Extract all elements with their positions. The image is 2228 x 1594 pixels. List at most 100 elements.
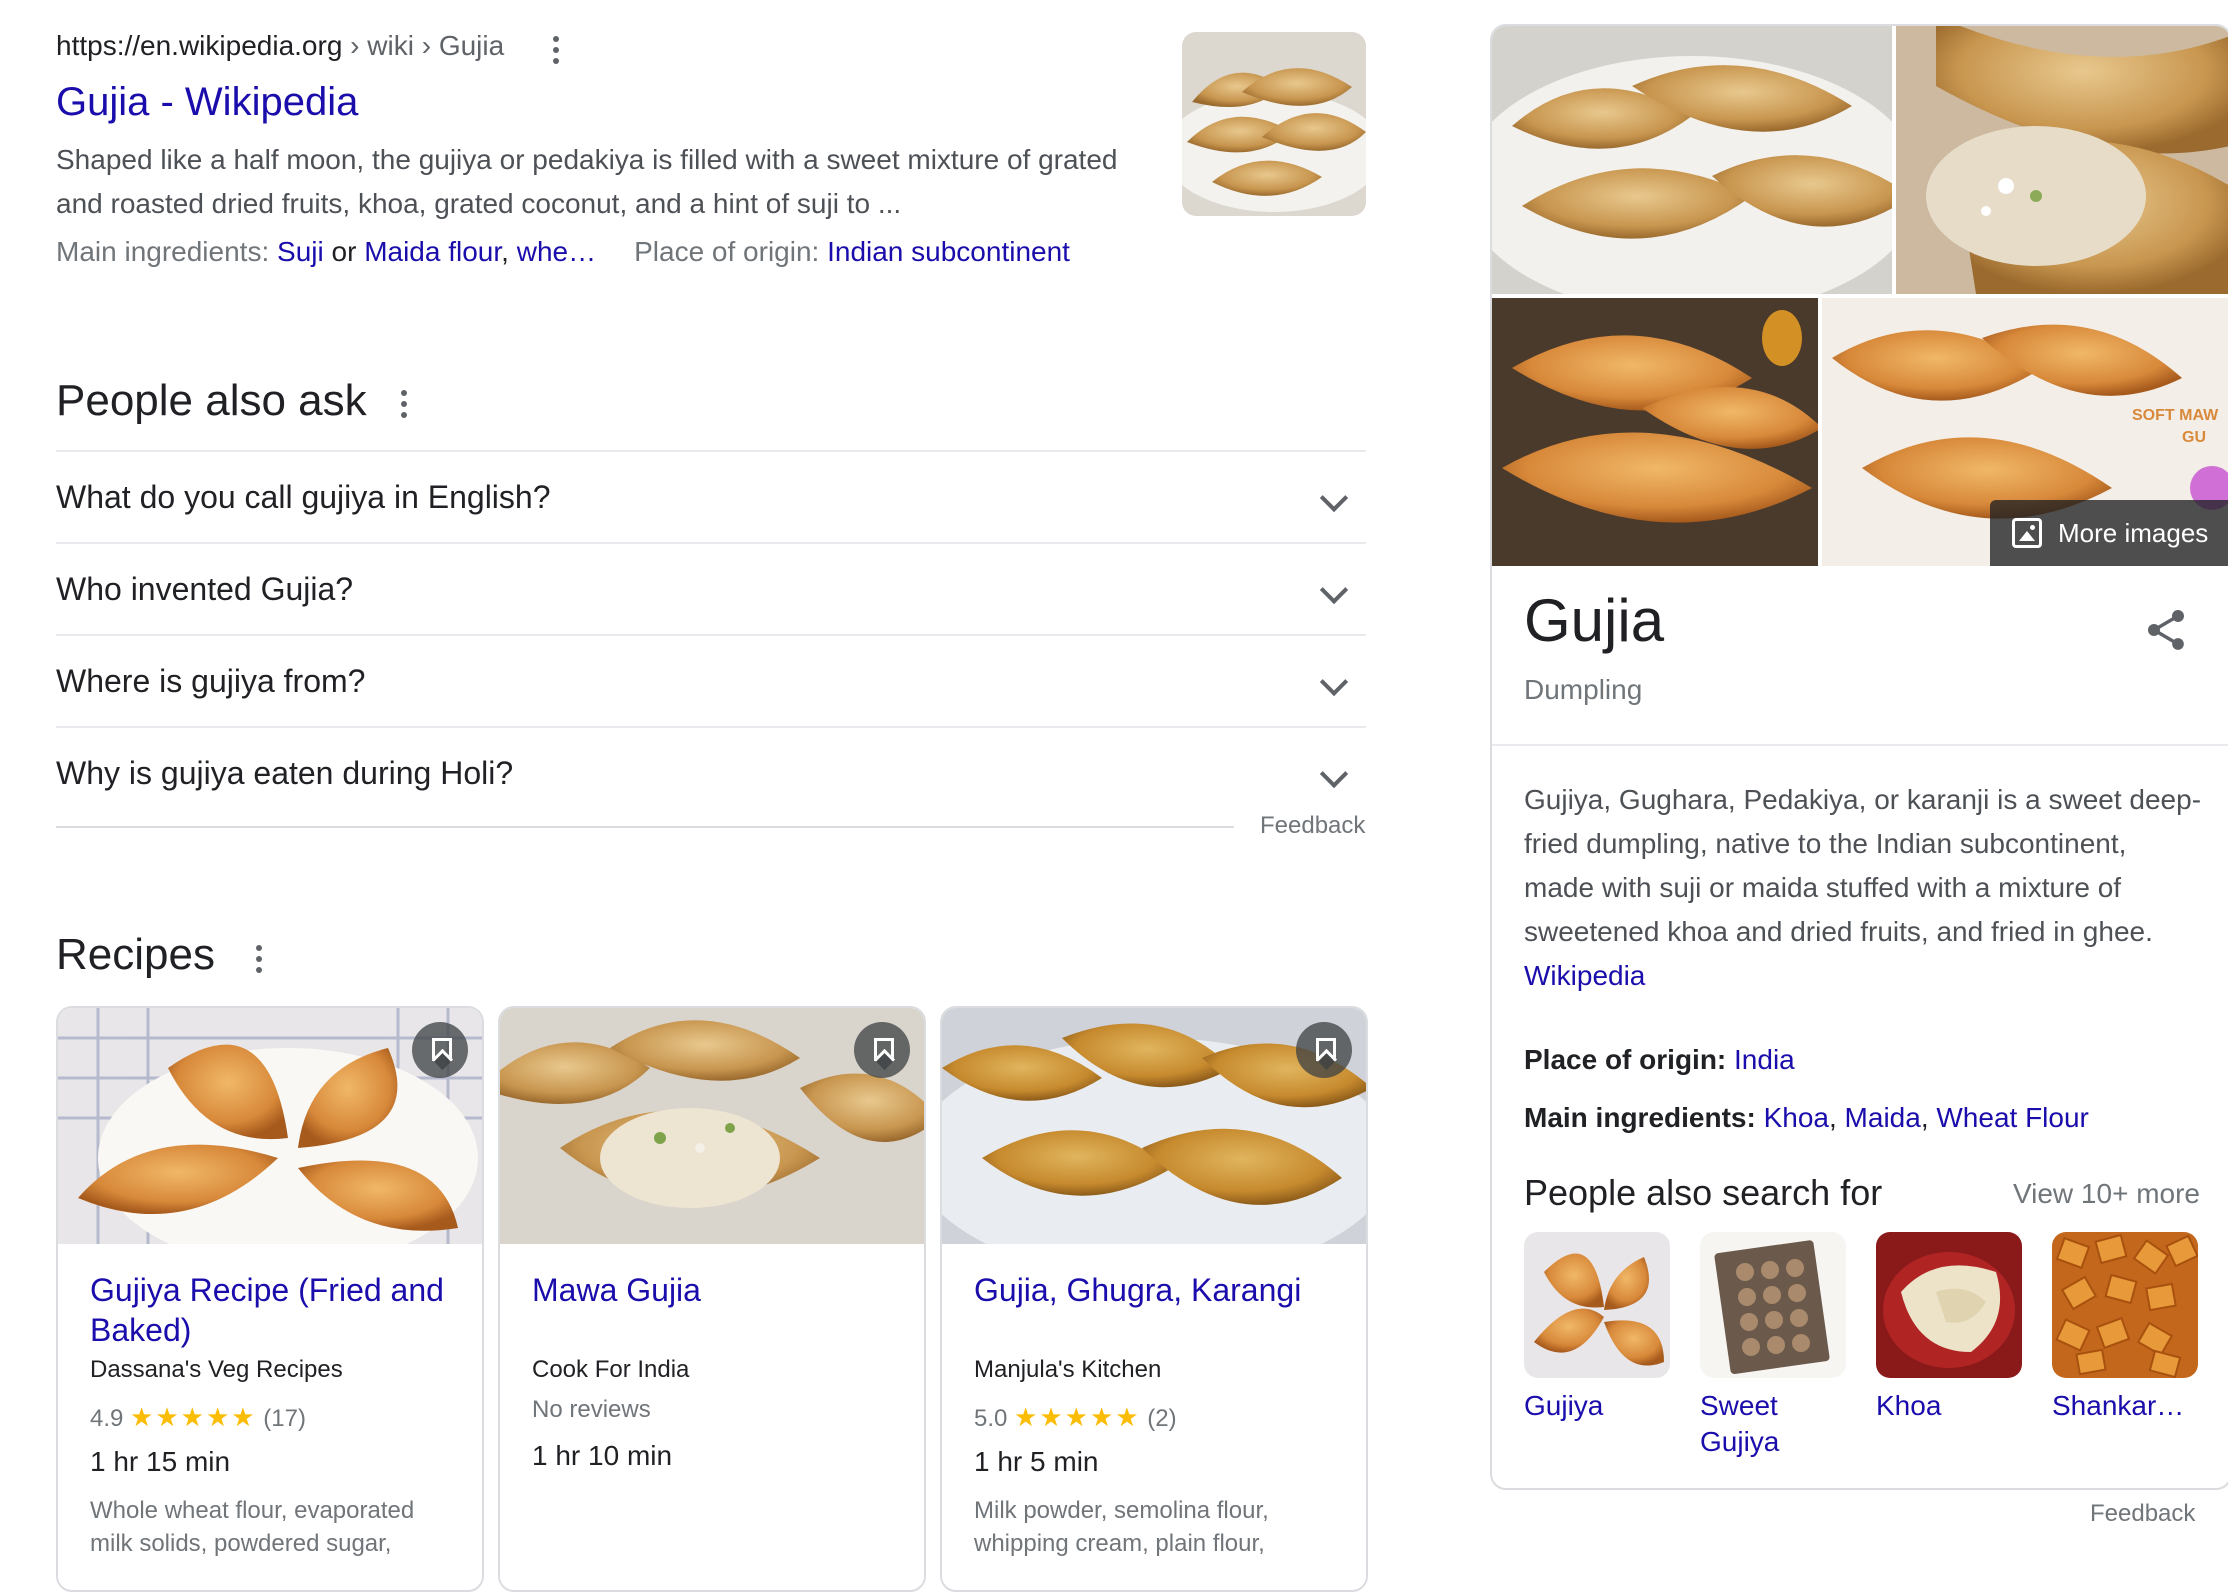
wikipedia-result: https://en.wikipedia.org › wiki › Gujia … (56, 30, 1366, 290)
ingredient-or: or (323, 236, 365, 267)
paa-question-3[interactable]: Where is gujiya from? (56, 634, 1366, 726)
pasf-label: Shankar… (2052, 1390, 2185, 1421)
recipe-time: 1 hr 15 min (90, 1446, 231, 1477)
recipe-rating: 4.9 ★★★★★ (17) (90, 1402, 306, 1433)
recipe-title[interactable]: Mawa Gujia (532, 1270, 902, 1310)
rating-value: 4.9 (90, 1405, 124, 1432)
ingredient-separator: , (501, 236, 517, 267)
chevron-down-icon (1319, 575, 1349, 605)
paa-divider (56, 826, 1234, 828)
ingredient-link-khoa[interactable]: Khoa (1764, 1102, 1829, 1133)
kp-divider (1492, 744, 2228, 746)
wikipedia-source-link[interactable]: Wikipedia (1524, 960, 1645, 991)
review-count: (17) (263, 1405, 306, 1432)
recipe-card-2[interactable]: Mawa Gujia Cook For India No reviews 1 h… (498, 1006, 926, 1592)
recipe-card-1[interactable]: Gujiya Recipe (Fried and Baked) Dassana'… (56, 1006, 484, 1592)
ingredient-link-suji[interactable]: Suji (277, 236, 324, 267)
rating-value: 5.0 (974, 1405, 1008, 1432)
recipe-source: Manjula's Kitchen (974, 1356, 1162, 1383)
kp-description: Gujiya, Gughara, Pedakiya, or karanji is… (1524, 778, 2204, 998)
more-vert-icon[interactable] (400, 390, 408, 424)
chevron-down-icon (1319, 759, 1349, 789)
fact-label: Place of origin: (1524, 1044, 1735, 1075)
pasf-label: Gujiya (1524, 1390, 1604, 1421)
svg-text:SOFT MAW: SOFT MAW (2132, 407, 2219, 424)
kp-image-3[interactable] (1492, 298, 1822, 566)
recipe-time: 1 hr 10 min (532, 1440, 673, 1471)
kp-image-1[interactable] (1492, 26, 1922, 316)
review-count: (2) (1147, 1405, 1177, 1432)
origin-link[interactable]: India (1734, 1044, 1795, 1075)
recipes-heading: Recipes (56, 930, 215, 979)
ingredient-link-maida[interactable]: Maida flour (364, 236, 501, 267)
ingredient-link-maida[interactable]: Maida (1845, 1102, 1921, 1133)
paa-question-text: What do you call gujiya in English? (56, 478, 551, 515)
fact-label: Main ingredients: (1524, 1102, 1764, 1133)
paa-question-text: Where is gujiya from? (56, 662, 366, 699)
result-url[interactable]: https://en.wikipedia.org › wiki › Gujia (56, 30, 504, 62)
recipe-image (58, 1008, 482, 1268)
recipe-card-3[interactable]: Gujia, Ghugra, Karangi Manjula's Kitchen… (940, 1006, 1368, 1592)
pasf-thumbnail (1700, 1232, 1846, 1378)
paa-question-1[interactable]: What do you call gujiya in English? (56, 450, 1366, 542)
paa-feedback-link[interactable]: Feedback (1260, 812, 1365, 840)
ingredients-label: Main ingredients: (56, 236, 278, 267)
pasf-thumbnail (1524, 1232, 1670, 1378)
recipe-title[interactable]: Gujia, Ghugra, Karangi (974, 1270, 1344, 1310)
origin-label: Place of origin: (634, 236, 828, 267)
star-rating-icon: ★★★★★ (130, 1402, 257, 1432)
paa-question-text: Why is gujiya eaten during Holi? (56, 754, 514, 791)
result-title-link[interactable]: Gujia - Wikipedia (56, 80, 358, 125)
ingredient-link-wheat[interactable]: whe… (517, 236, 596, 267)
result-thumbnail[interactable] (1182, 32, 1366, 216)
kp-subtitle: Dumpling (1524, 674, 1643, 705)
view-more-link[interactable]: View 10+ more (2013, 1178, 2200, 1210)
pasf-item-sweet-gujiya[interactable]: Sweet Gujiya (1700, 1232, 1850, 1460)
recipe-title[interactable]: Gujiya Recipe (Fried and Baked) (90, 1270, 460, 1350)
paa-question-2[interactable]: Who invented Gujia? (56, 542, 1366, 634)
recipe-source: Dassana's Veg Recipes (90, 1356, 343, 1383)
kp-fact-origin: Place of origin: India (1524, 1044, 1795, 1076)
recipe-ingredients: Whole wheat flour, evaporated milk solid… (90, 1497, 415, 1557)
bookmark-icon[interactable] (412, 1022, 468, 1078)
more-images-button[interactable]: More images (1990, 500, 2228, 566)
recipe-time: 1 hr 5 min (974, 1446, 1099, 1477)
chevron-down-icon (1319, 483, 1349, 513)
kp-fact-ingredients: Main ingredients: Khoa, Maida, Wheat Flo… (1524, 1102, 2089, 1134)
recipe-no-reviews: No reviews (532, 1396, 651, 1423)
recipe-source: Cook For India (532, 1356, 690, 1383)
origin-link[interactable]: Indian subcontinent (827, 236, 1070, 267)
kp-description-text: Gujiya, Gughara, Pedakiya, or karanji is… (1524, 784, 2202, 947)
url-path: › wiki › Gujia (342, 30, 505, 61)
more-vert-icon[interactable] (552, 36, 560, 70)
image-icon (2012, 518, 2042, 548)
ingredient-link-wheat-flour[interactable]: Wheat Flour (1936, 1102, 2089, 1133)
bookmark-icon[interactable] (1296, 1022, 1352, 1078)
bookmark-icon[interactable] (854, 1022, 910, 1078)
recipe-rating: 5.0 ★★★★★ (2) (974, 1402, 1177, 1433)
recipe-image (500, 1008, 924, 1244)
pasf-thumbnail (1876, 1232, 2022, 1378)
recipe-image (942, 1008, 1366, 1278)
paa-question-text: Who invented Gujia? (56, 570, 354, 607)
more-images-label: More images (2058, 517, 2209, 548)
pasf-label: Khoa (1876, 1390, 1942, 1421)
kp-feedback-link[interactable]: Feedback (2090, 1500, 2195, 1528)
result-snippet: Shaped like a half moon, the gujiya or p… (56, 144, 1118, 219)
recipe-ingredients: Milk powder, semolina flour, whipping cr… (974, 1497, 1269, 1557)
ingredient-separator: , (1920, 1102, 1937, 1133)
paa-question-4[interactable]: Why is gujiya eaten during Holi? (56, 726, 1366, 818)
share-icon[interactable] (2142, 606, 2190, 654)
knowledge-panel: SOFT MAW GU More images Gujia Dumpling G… (1490, 24, 2228, 1490)
kp-title: Gujia (1524, 587, 1665, 654)
pasf-heading: People also search for (1524, 1172, 1883, 1213)
result-facts: Main ingredients: Suji or Maida flour, w… (56, 236, 1070, 268)
more-vert-icon[interactable] (255, 945, 263, 979)
chevron-down-icon (1319, 667, 1349, 697)
pasf-item-khoa[interactable]: Khoa (1876, 1232, 2026, 1424)
pasf-item-shankarpali[interactable]: Shankar… (2052, 1232, 2202, 1424)
pasf-thumbnail (2052, 1232, 2198, 1378)
paa-heading: People also ask (56, 376, 367, 425)
pasf-item-gujiya[interactable]: Gujiya (1524, 1232, 1674, 1424)
kp-image-2[interactable] (1896, 26, 2228, 294)
